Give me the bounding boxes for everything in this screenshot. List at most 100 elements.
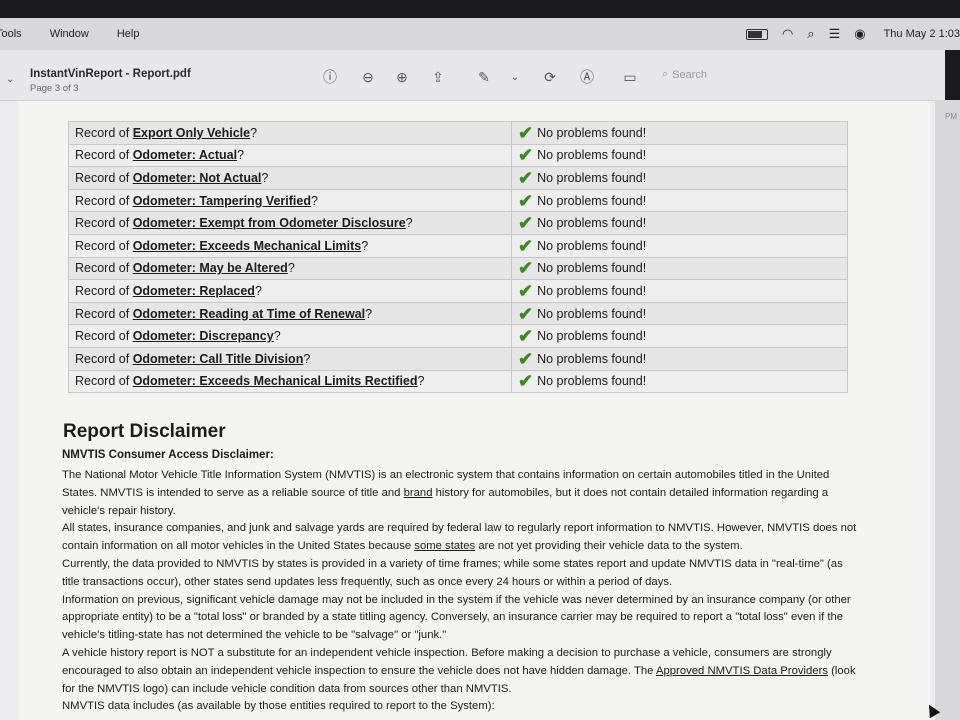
document-title: InstantVinReport - Report.pdf (30, 68, 191, 80)
checkmark-icon: ✔ (518, 348, 534, 369)
checkmark-icon: ✔ (518, 258, 534, 279)
record-field-link[interactable]: Odometer: May be Altered (133, 261, 288, 275)
info-icon[interactable]: ⓘ (320, 67, 340, 87)
table-row: Record of Odometer: Tampering Verified? ✔… (68, 188, 848, 213)
record-question: Record of Odometer: Discrepancy? (68, 324, 512, 348)
approved-providers-link[interactable]: Approved NMVTIS Data Providers (656, 665, 828, 677)
record-field-link[interactable]: Export Only Vehicle (133, 126, 250, 140)
some-states-link[interactable]: some states (414, 540, 475, 552)
record-question: Record of Odometer: Not Actual? (68, 166, 512, 190)
zoom-out-icon[interactable]: ⊖ (358, 67, 378, 87)
search-placeholder: Search (672, 68, 708, 81)
disclaimer-paragraph: The National Motor Vehicle Title Informa… (62, 469, 830, 517)
record-question: Record of Odometer: Replaced? (68, 279, 512, 303)
result-text: No problems found! (537, 125, 647, 140)
zoom-in-icon[interactable]: ⊕ (392, 67, 412, 87)
search-icon: ⌕ (662, 68, 669, 80)
table-row: Record of Odometer: May be Altered? ✔ No p… (68, 256, 848, 281)
checkmark-icon: ✔ (518, 303, 534, 324)
record-result: ✔ No problems found! (511, 346, 848, 371)
record-result: ✔ No problems found! (511, 324, 848, 348)
record-field-link[interactable]: Odometer: Not Actual (133, 171, 262, 185)
background-window-edge: PM (935, 100, 960, 720)
document-page: Record of Export Only Vehicle? ✔ No proble… (18, 101, 930, 720)
siri-icon[interactable]: ◉ (854, 26, 865, 42)
result-text: No problems found! (537, 329, 647, 344)
table-row: Record of Odometer: Actual? ✔ No problems … (68, 143, 848, 168)
report-disclaimer-heading: Report Disclaimer (63, 421, 226, 442)
spotlight-search-icon[interactable]: ⌕ (807, 26, 814, 42)
markup-pen-icon[interactable]: ✎ (474, 67, 494, 87)
result-text: No problems found! (537, 306, 647, 321)
form-fill-icon[interactable]: ▭ (620, 67, 640, 87)
disclaimer-paragraph: A vehicle history report is NOT a substi… (62, 646, 856, 695)
search-field[interactable]: ⌕ Search (662, 68, 707, 81)
menu-help[interactable]: Help (117, 28, 140, 40)
status-area: ◠ ⌕ ☰ ◉ Thu May 2 1:03 (745, 18, 960, 50)
record-question: Record of Odometer: Reading at Time of R… (68, 301, 512, 326)
disclaimer-paragraph: Information on previous, significant veh… (62, 593, 851, 642)
checkmark-icon: ✔ (518, 280, 534, 301)
table-row: Record of Odometer: Exceeds Mechanical L… (68, 233, 848, 258)
table-row: Record of Odometer: Exempt from Odometer… (68, 211, 848, 235)
table-row: Record of Odometer: Replaced? ✔ No problem… (68, 279, 848, 303)
disclaimer-body: The National Motor Vehicle Title Informa… (62, 467, 862, 716)
chevron-down-icon[interactable]: ⌄ (505, 67, 525, 87)
record-field-link[interactable]: Odometer: Tampering Verified (133, 194, 311, 208)
rotate-icon[interactable]: ⟳ (540, 67, 560, 87)
table-row: Record of Odometer: Reading at Time of R… (68, 301, 848, 326)
record-question: Record of Odometer: Actual? (68, 143, 512, 168)
annotate-icon[interactable]: Ⓐ (577, 67, 597, 87)
record-field-link[interactable]: Odometer: Replaced (133, 284, 255, 298)
record-result: ✔ No problems found! (511, 143, 848, 168)
menu-tools[interactable]: Tools (0, 28, 22, 40)
wifi-icon[interactable]: ◠ (782, 26, 793, 42)
chevron-down-icon[interactable]: ⌄ (6, 74, 14, 85)
menubar-clock[interactable]: Thu May 2 1:03 (884, 28, 960, 40)
share-icon[interactable]: ⇪ (428, 67, 448, 87)
record-check-table: Record of Export Only Vehicle? ✔ No proble… (68, 121, 848, 394)
record-question: Record of Odometer: May be Altered? (68, 256, 512, 281)
record-question: Record of Export Only Vehicle? (68, 121, 512, 145)
record-result: ✔ No problems found! (511, 279, 848, 303)
checkmark-icon: ✔ (518, 122, 534, 143)
record-field-link[interactable]: Odometer: Discrepancy (133, 329, 274, 343)
window-toolbar: ⌄ InstantVinReport - Report.pdf Page 3 o… (0, 50, 945, 101)
record-question: Record of Odometer: Tampering Verified? (68, 188, 512, 213)
record-result: ✔ No problems found! (511, 256, 848, 281)
record-field-link[interactable]: Odometer: Exceeds Mechanical Limits Rect… (133, 374, 418, 388)
record-field-link[interactable]: Odometer: Reading at Time of Renewal (133, 307, 365, 321)
background-window-label: PM (945, 112, 957, 121)
disclaimer-paragraph: Currently, the data provided to NMVTIS b… (62, 557, 843, 588)
checkmark-icon: ✔ (518, 190, 534, 211)
result-text: No problems found! (537, 374, 647, 389)
table-row: Record of Export Only Vehicle? ✔ No proble… (68, 121, 848, 145)
battery-icon[interactable] (745, 28, 768, 40)
record-field-link[interactable]: Odometer: Exempt from Odometer Disclosur… (133, 216, 406, 230)
checkmark-icon: ✔ (518, 371, 534, 392)
menu-bar: Tools Window Help ◠ ⌕ ☰ ◉ Thu May 2 1:03 (0, 18, 960, 50)
record-question: Record of Odometer: Exceeds Mechanical L… (68, 233, 512, 258)
record-result: ✔ No problems found! (511, 166, 848, 190)
record-field-link[interactable]: Odometer: Exceeds Mechanical Limits (133, 239, 362, 253)
control-center-icon[interactable]: ☰ (829, 26, 841, 42)
result-text: No problems found! (537, 216, 647, 231)
result-text: No problems found! (537, 351, 647, 366)
disclaimer-subheading: NMVTIS Consumer Access Disclaimer: (62, 449, 274, 461)
record-result: ✔ No problems found! (511, 301, 848, 326)
record-field-link[interactable]: Odometer: Call Title Division (133, 352, 304, 366)
record-question: Record of Odometer: Exempt from Odometer… (68, 211, 512, 235)
brand-link[interactable]: brand (404, 487, 433, 499)
record-field-link[interactable]: Odometer: Actual (133, 148, 237, 162)
record-question: Record of Odometer: Call Title Division? (68, 346, 512, 371)
result-text: No problems found! (537, 261, 647, 276)
disclaimer-paragraph: NMVTIS data includes (as available by th… (62, 700, 495, 713)
table-row: Record of Odometer: Not Actual? ✔ No probl… (68, 166, 848, 190)
record-result: ✔ No problems found! (511, 188, 848, 213)
table-row: Record of Odometer: Call Title Division?… (68, 346, 848, 371)
record-result: ✔ No problems found! (511, 369, 848, 394)
table-row: Record of Odometer: Discrepancy? ✔ No prob… (68, 324, 848, 348)
checkmark-icon: ✔ (518, 145, 534, 166)
record-result: ✔ No problems found! (511, 233, 848, 258)
menu-window[interactable]: Window (50, 28, 89, 40)
